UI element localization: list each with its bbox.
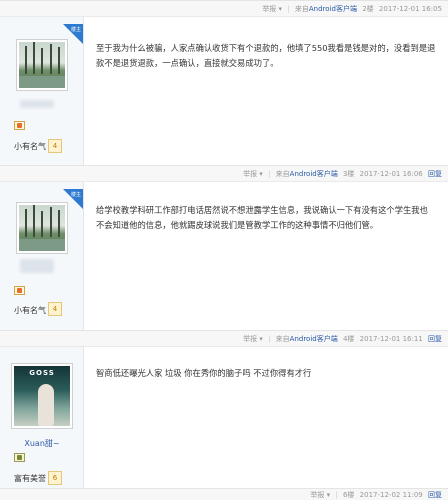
avatar-image: GOSS	[14, 366, 70, 426]
avatar[interactable]	[16, 202, 68, 254]
post-meta-bar: 举报 ▾ | 6楼 2017-12-02 11:09 回复	[0, 488, 448, 500]
post-time: 2017-12-01 16:05	[378, 5, 442, 13]
medal-icon[interactable]	[14, 121, 25, 130]
post-meta-bar: 举报 ▾ | 来自Android客户端 4楼 2017-12-01 16:11 …	[0, 330, 448, 347]
divider: |	[268, 335, 271, 343]
chevron-down-icon[interactable]: ▾	[324, 491, 331, 499]
medal-icon[interactable]	[14, 453, 25, 462]
level-badge[interactable]: 4	[48, 302, 62, 316]
level-badge[interactable]: 4	[48, 139, 62, 153]
floor-number: 2楼	[362, 5, 374, 13]
client-prefix: 来自	[294, 5, 309, 13]
reply-link[interactable]: 回复	[428, 170, 442, 178]
post-time: 2017-12-01 16:11	[359, 335, 423, 343]
report-link[interactable]: 举报	[243, 170, 257, 178]
level-label: 富有美誉	[14, 474, 46, 483]
floor-number: 6楼	[342, 491, 355, 499]
username[interactable]	[20, 100, 54, 108]
client-link[interactable]: Android客户端	[290, 335, 338, 343]
post-content: 智商低还曝光人家 垃圾 你在秀你的脑子吗 不过你得有才行	[96, 368, 312, 378]
avatar-caption: GOSS	[29, 369, 55, 377]
post-time: 2017-12-02 11:09	[359, 491, 423, 499]
report-link[interactable]: 举报	[262, 5, 276, 13]
post-meta-bar: 举报 ▾ | 来自Android客户端 2楼 2017-12-01 16:05	[0, 0, 448, 17]
chevron-down-icon[interactable]: ▾	[276, 5, 283, 13]
level-label: 小有名气	[14, 306, 46, 315]
client-prefix: 来自	[275, 170, 290, 178]
medal-icon[interactable]	[14, 286, 25, 295]
client-prefix: 来自	[275, 335, 290, 343]
post-floor-4: 举报 ▾ | 来自Android客户端 4楼 2017-12-01 16:11 …	[0, 330, 448, 500]
reply-link[interactable]: 回复	[428, 491, 442, 499]
level-badge[interactable]: 6	[48, 471, 62, 485]
avatar-image	[19, 42, 65, 88]
report-link[interactable]: 举报	[310, 491, 324, 499]
reply-link[interactable]: 回复	[428, 335, 442, 343]
avatar-image	[19, 205, 65, 251]
floor-number: 3楼	[342, 170, 355, 178]
floor-number: 4楼	[342, 335, 355, 343]
client-link[interactable]: Android客户端	[309, 5, 357, 13]
post-content: 给学校教学科研工作部打电话居然说不想泄露学生信息，我说确认一下有没有这个学生我也…	[96, 205, 428, 230]
avatar[interactable]	[16, 39, 68, 91]
post-meta-bar: 举报 ▾ | 来自Android客户端 3楼 2017-12-01 16:06 …	[0, 165, 448, 182]
avatar[interactable]: GOSS	[11, 363, 73, 429]
report-link[interactable]: 举报	[243, 335, 257, 343]
post-floor-2: 举报 ▾ | 来自Android客户端 2楼 2017-12-01 16:05 …	[0, 0, 448, 183]
divider: |	[268, 170, 271, 178]
divider: |	[287, 5, 290, 13]
post-content: 至于我为什么被骗，人家点确认收货下有个退款的，他填了550我看是钱是对的，没看到…	[96, 43, 436, 68]
divider: |	[335, 491, 338, 499]
post-time: 2017-12-01 16:06	[359, 170, 423, 178]
level-label: 小有名气	[14, 142, 46, 151]
chevron-down-icon[interactable]: ▾	[257, 335, 263, 343]
client-link[interactable]: Android客户端	[290, 170, 338, 178]
username[interactable]	[20, 259, 54, 273]
post-floor-3: 举报 ▾ | 来自Android客户端 3楼 2017-12-01 16:06 …	[0, 165, 448, 345]
chevron-down-icon[interactable]: ▾	[257, 170, 263, 178]
username[interactable]: Xuan甜~	[0, 438, 84, 449]
